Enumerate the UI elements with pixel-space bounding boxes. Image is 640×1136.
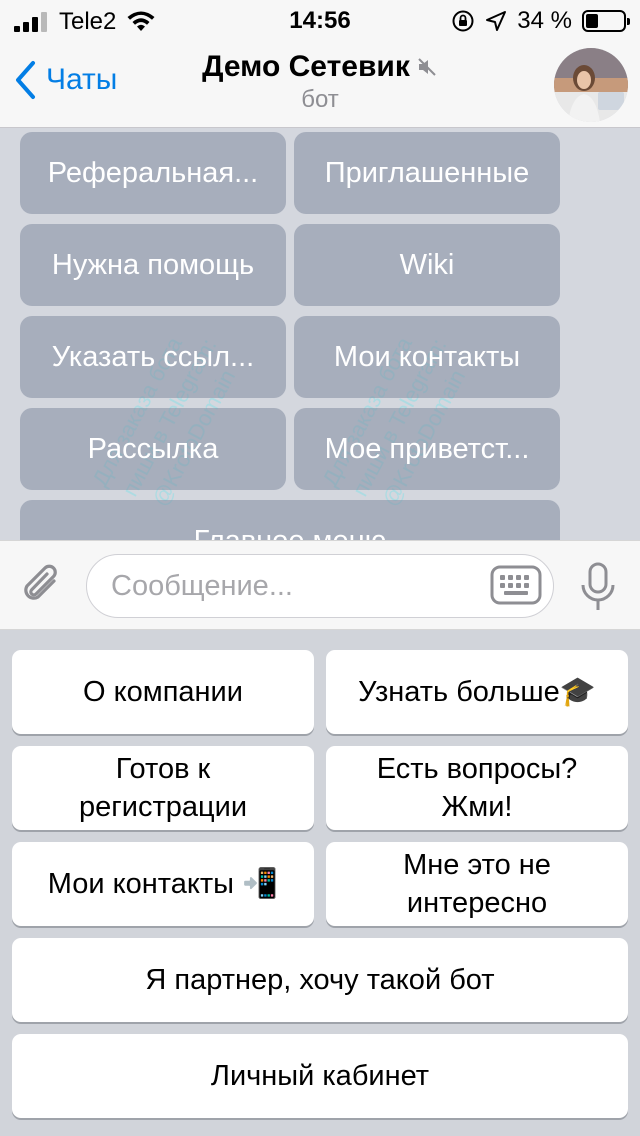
inline-button-my-contacts[interactable]: Мои контакты <box>294 316 560 398</box>
inline-button-wiki[interactable]: Wiki <box>294 224 560 306</box>
button-partner-bot[interactable]: Я партнер, хочу такой бот <box>12 938 628 1022</box>
paperclip-icon[interactable] <box>18 561 66 611</box>
message-composer <box>0 540 640 630</box>
button-my-contacts-label: Мои контакты 📲 <box>47 868 279 900</box>
button-about-company-label: О компании <box>83 676 243 708</box>
button-not-interested-line-1: Мне это не <box>403 849 551 881</box>
message-input[interactable] <box>86 554 554 618</box>
back-label: Чаты <box>46 63 118 96</box>
location-arrow-icon <box>486 11 507 31</box>
battery-percent: 34 % <box>517 7 572 34</box>
navigation-bar: Чаты Демо Сетевик бот <box>0 40 640 128</box>
inline-button-referral[interactable]: Реферальная... <box>20 132 286 214</box>
status-bar: Tele2 14:56 34 % <box>0 0 640 40</box>
avatar[interactable] <box>554 48 628 122</box>
inline-button-set-link[interactable]: Указать ссыл... <box>20 316 286 398</box>
battery-icon <box>582 10 630 32</box>
orientation-lock-icon <box>452 10 474 32</box>
button-personal-cabinet[interactable]: Личный кабинет <box>12 1034 628 1118</box>
button-personal-cabinet-label: Личный кабинет <box>210 1060 430 1092</box>
button-learn-more[interactable]: Узнать больше🎓 <box>326 650 628 734</box>
button-not-interested[interactable]: Мне это не интересно <box>326 842 628 926</box>
button-about-company[interactable]: О компании <box>12 650 314 734</box>
reply-keyboard: О компании Узнать больше🎓 Готов к регист… <box>0 630 640 1136</box>
back-button[interactable]: Чаты <box>14 60 117 100</box>
button-have-questions[interactable]: Есть вопросы? Жми! <box>326 746 628 830</box>
inline-button-mailing[interactable]: Рассылка <box>20 408 286 490</box>
inline-button-main-menu[interactable]: Главное меню <box>20 500 560 540</box>
button-ready-line-2: регистрации <box>78 791 248 823</box>
button-my-contacts[interactable]: Мои контакты 📲 <box>12 842 314 926</box>
chat-title: Демо Сетевик <box>202 50 410 83</box>
button-questions-line-1: Есть вопросы? <box>376 753 578 785</box>
inline-button-help[interactable]: Нужна помощь <box>20 224 286 306</box>
avatar-image <box>554 48 628 122</box>
button-ready-to-register[interactable]: Готов к регистрации <box>12 746 314 830</box>
chat-subtitle: бот <box>301 86 339 113</box>
chat-header[interactable]: Демо Сетевик бот <box>140 50 500 114</box>
chevron-left-icon <box>16 61 35 99</box>
chat-area[interactable]: Для заказа бота пиши в Telegram: @KrotoD… <box>0 128 640 540</box>
button-not-interested-line-2: интересно <box>406 887 548 919</box>
microphone-icon[interactable] <box>578 561 618 613</box>
button-partner-bot-label: Я партнер, хочу такой бот <box>145 964 495 996</box>
button-ready-line-1: Готов к <box>115 753 211 785</box>
chat-title-row: Демо Сетевик <box>202 50 438 84</box>
inline-button-greeting[interactable]: Мое приветст... <box>294 408 560 490</box>
status-right: 34 % <box>451 7 630 35</box>
inline-button-invited[interactable]: Приглашенные <box>294 132 560 214</box>
button-questions-line-2: Жми! <box>441 791 513 823</box>
speaker-muted-icon <box>418 58 436 76</box>
battery-fill <box>586 14 599 28</box>
button-learn-more-label: Узнать больше🎓 <box>358 676 596 708</box>
keyboard-icon[interactable] <box>490 565 542 605</box>
